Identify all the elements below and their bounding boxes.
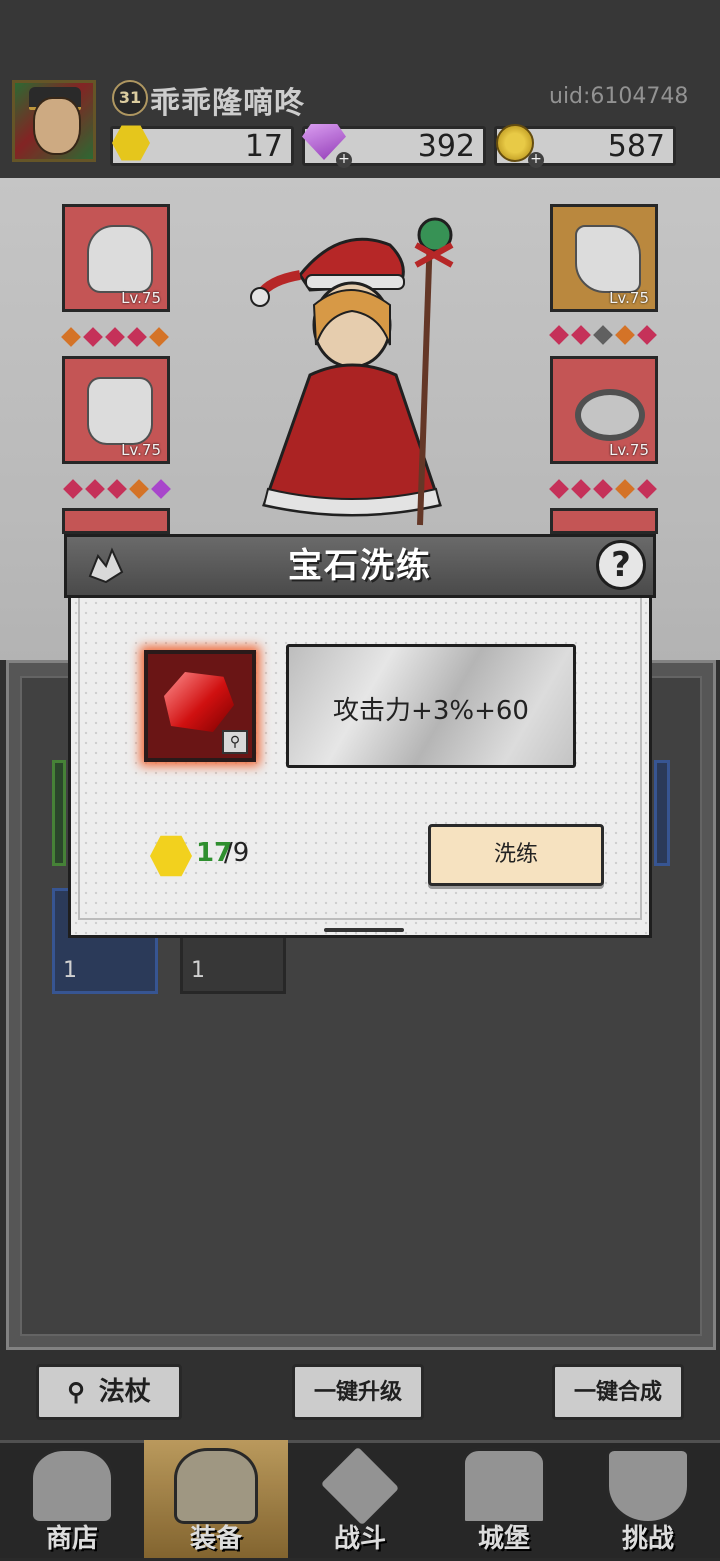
ruby-gem-icon (164, 672, 234, 732)
refine-button[interactable]: 洗练 (428, 824, 604, 886)
wand-icon: ⚲ (222, 730, 248, 754)
dialog-title: 宝石洗练 (288, 546, 432, 586)
help-button[interactable]: ? (596, 540, 646, 590)
selected-gem-slot[interactable]: ⚲ (144, 650, 256, 762)
gem-stat-text: 攻击力+3%+60 (333, 696, 529, 726)
dialog-divider (324, 928, 404, 932)
cost-required: /9 (224, 838, 250, 868)
